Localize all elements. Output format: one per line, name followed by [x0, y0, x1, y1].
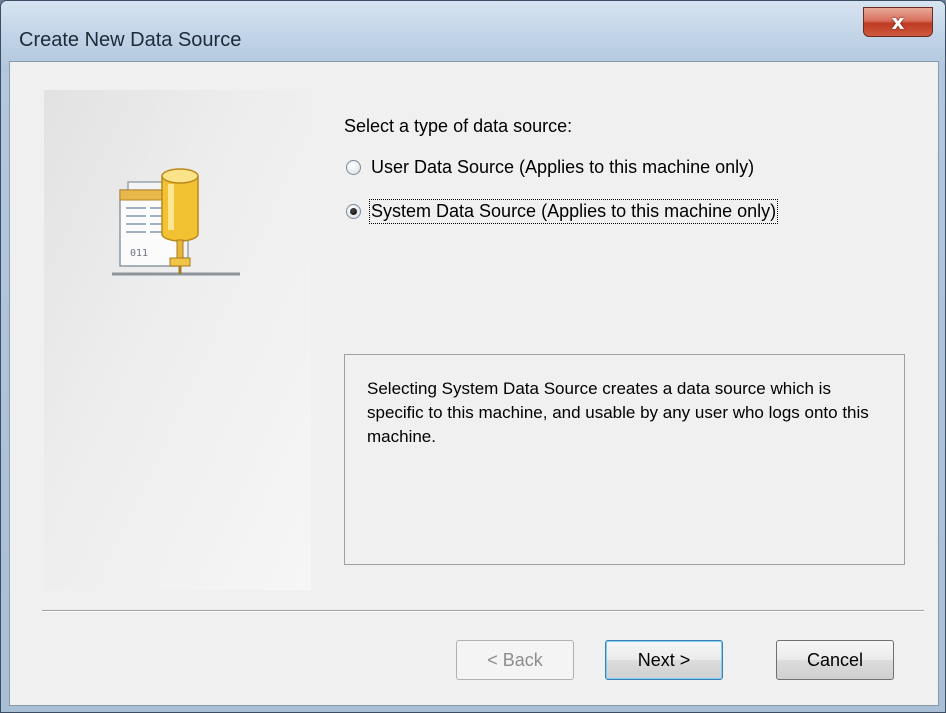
- system-data-source-label[interactable]: System Data Source (Applies to this mach…: [368, 198, 779, 224]
- wizard-side-panel: 011: [44, 90, 311, 590]
- dialog-content: 011 Select a type of data source: User D…: [9, 61, 939, 706]
- radio-selected-dot: [350, 207, 357, 215]
- close-button[interactable]: x: [863, 7, 933, 37]
- user-data-source-label[interactable]: User Data Source (Applies to this machin…: [371, 157, 754, 178]
- button-separator: [42, 610, 924, 612]
- data-source-type-prompt: Select a type of data source:: [344, 116, 573, 136]
- database-network-icon: 011: [112, 168, 240, 276]
- system-data-source-radio[interactable]: [346, 203, 361, 219]
- icon-binary-text: 011: [130, 248, 148, 259]
- user-data-source-radio[interactable]: [346, 159, 361, 175]
- user-data-source-option[interactable]: User Data Source (Applies to this machin…: [346, 154, 754, 180]
- close-icon: x: [891, 10, 905, 34]
- back-button[interactable]: < Back: [456, 640, 574, 680]
- next-button[interactable]: Next >: [605, 640, 723, 680]
- cancel-button[interactable]: Cancel: [776, 640, 894, 680]
- description-text: Selecting System Data Source creates a d…: [367, 379, 869, 446]
- window-title: Create New Data Source: [19, 29, 242, 51]
- description-box: Selecting System Data Source creates a d…: [344, 354, 905, 565]
- system-data-source-option[interactable]: System Data Source (Applies to this mach…: [346, 198, 779, 224]
- dialog-window: Create New Data Source x 011 Select a ty…: [0, 0, 946, 713]
